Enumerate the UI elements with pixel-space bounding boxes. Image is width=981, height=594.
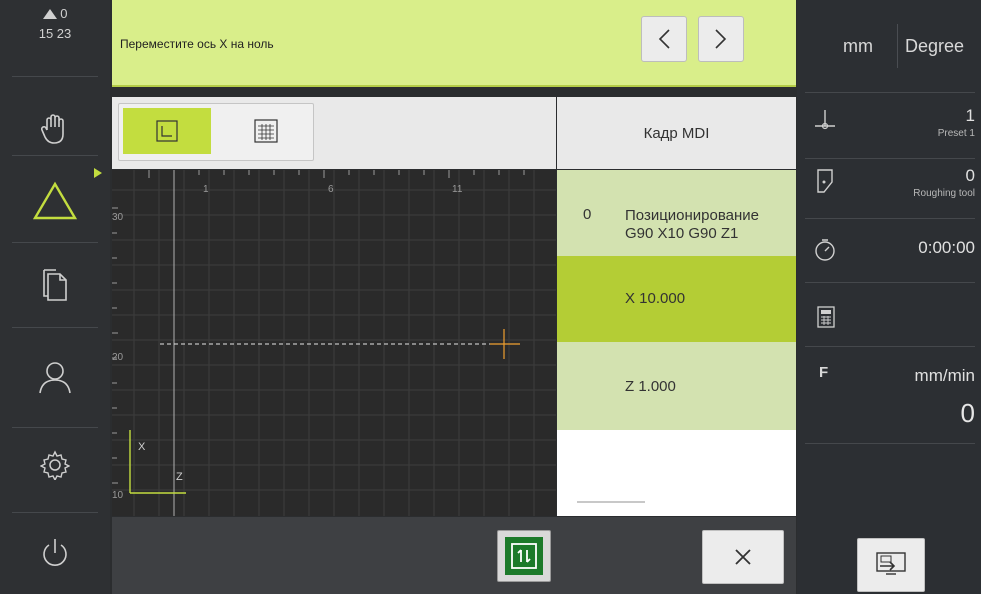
preset-icon: [815, 110, 835, 130]
axis-x-label: X: [138, 441, 146, 453]
timer-status[interactable]: 0:00:00: [797, 220, 981, 280]
right-bottom-area: [797, 517, 981, 594]
feed-status[interactable]: F mm/min 0: [797, 348, 981, 442]
feed-unit: mm/min: [914, 366, 975, 385]
tool-value: 0: [965, 166, 975, 185]
cycle-start-button[interactable]: [497, 530, 551, 582]
table-view-icon: [254, 119, 278, 143]
position-graphic: 1 6 11 30 20 10 X Z: [112, 170, 556, 516]
calculator-status[interactable]: [797, 284, 981, 346]
chevron-left-icon: [658, 29, 670, 49]
block-number: 0: [583, 206, 592, 223]
mdi-block-title-row[interactable]: 0 Позиционирование G90 X10 G90 Z1: [557, 170, 796, 256]
table-view-button[interactable]: [223, 108, 309, 154]
z-value: Z 1.000: [625, 378, 676, 395]
clock: 15 23: [38, 26, 72, 41]
y-tick-label: 20: [112, 352, 124, 363]
file-management-button[interactable]: [0, 244, 110, 326]
mdi-header: Кадр MDI: [557, 97, 796, 169]
axis-indicator: [129, 430, 186, 494]
target-marker: [490, 329, 520, 359]
message-text: Переместите ось X на ноль: [120, 37, 274, 51]
message-bar: Переместите ось X на ноль: [112, 0, 796, 87]
y-tick-label: 30: [112, 212, 124, 223]
main-menu: 0 15 23: [0, 0, 110, 594]
next-step-button[interactable]: [698, 16, 744, 62]
close-icon: [735, 549, 751, 565]
timer-value: 0:00:00: [918, 238, 975, 257]
x-tick-label: 11: [452, 184, 463, 195]
preset-label: Preset 1: [937, 128, 975, 139]
warning-triangle-icon: [42, 9, 57, 19]
block-title-line1: Позиционирование: [625, 207, 760, 224]
mdi-x-value-row[interactable]: X 10.000: [557, 256, 796, 342]
mdi-header-title: Кадр MDI: [643, 125, 710, 142]
warning-count-value: 0: [60, 6, 68, 21]
close-button[interactable]: [702, 530, 784, 584]
preset-value: 1: [965, 106, 975, 125]
feed-letter: F: [819, 364, 829, 381]
mdi-mode-button[interactable]: [0, 158, 110, 242]
x-value: X 10.000: [625, 290, 686, 307]
warning-count: 0: [0, 6, 110, 21]
active-indicator-icon: [94, 168, 102, 178]
graphic-view-icon: [156, 120, 178, 142]
screen-switch-button[interactable]: [857, 538, 925, 592]
mdi-z-value-row[interactable]: Z 1.000: [557, 342, 796, 430]
block-title: Позиционирование G90 X10 G90 Z1: [625, 207, 759, 243]
cycle-start-icon: [505, 537, 543, 575]
settings-icon: [40, 450, 70, 480]
list-scroll-handle[interactable]: [577, 501, 645, 503]
x-tick-label: 1: [203, 184, 209, 195]
y-tick-label: 10: [112, 490, 124, 501]
block-title-line2: G90 X10 G90 Z1: [625, 225, 739, 242]
user-icon: [39, 362, 71, 394]
view-toggle-group: [118, 103, 314, 161]
feed-value: 0: [960, 398, 975, 428]
graphic-canvas: 1 6 11 30 20 10 X Z: [112, 170, 556, 516]
mdi-block-list: 0 Позиционирование G90 X10 G90 Z1 X 10.0…: [557, 170, 796, 516]
action-bar: [112, 517, 796, 594]
tool-status[interactable]: 0 Roughing tool: [797, 160, 981, 220]
graphic-view-button[interactable]: [123, 108, 211, 154]
tool-label: Roughing tool: [913, 188, 975, 199]
screen-switch-icon: [876, 552, 906, 575]
files-icon: [43, 269, 67, 301]
previous-step-button[interactable]: [641, 16, 687, 62]
timer-icon: [815, 239, 835, 261]
power-button[interactable]: [0, 512, 110, 594]
preset-status[interactable]: 1 Preset 1: [797, 96, 981, 156]
hand-icon: [40, 114, 64, 144]
x-tick-label: 6: [328, 184, 334, 195]
angle-unit: Degree: [905, 36, 965, 56]
length-unit: mm: [843, 36, 873, 56]
settings-button[interactable]: [0, 424, 110, 506]
tool-icon: [817, 169, 833, 193]
power-icon: [43, 539, 67, 566]
calculator-icon: [817, 306, 835, 328]
status-area[interactable]: 0 15 23: [0, 0, 110, 76]
view-toolbar: [112, 97, 556, 169]
status-panel: mm Degree 1 Preset 1 0 Roughing tool 0:0…: [797, 0, 981, 594]
user-login-button[interactable]: [0, 336, 110, 418]
mdi-triangle-icon: [32, 181, 78, 220]
unit-settings[interactable]: mm Degree: [797, 0, 981, 90]
chevron-right-icon: [715, 29, 727, 49]
axis-z-label: Z: [176, 471, 183, 483]
